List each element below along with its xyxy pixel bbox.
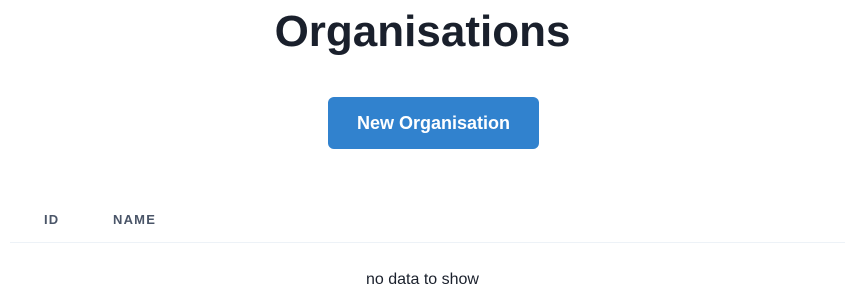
column-header-id[interactable]: ID	[10, 196, 113, 243]
table-header: ID NAME	[10, 196, 845, 243]
page-title: Organisations	[274, 7, 571, 56]
new-organisation-button[interactable]: New Organisation	[328, 97, 539, 149]
organisations-table: ID NAME	[10, 196, 845, 243]
organisations-page: Organisations New Organisation ID NAME n…	[0, 0, 845, 293]
empty-state-message: no data to show	[366, 271, 479, 288]
column-header-name[interactable]: NAME	[113, 196, 845, 243]
table-header-row: ID NAME	[10, 196, 845, 243]
